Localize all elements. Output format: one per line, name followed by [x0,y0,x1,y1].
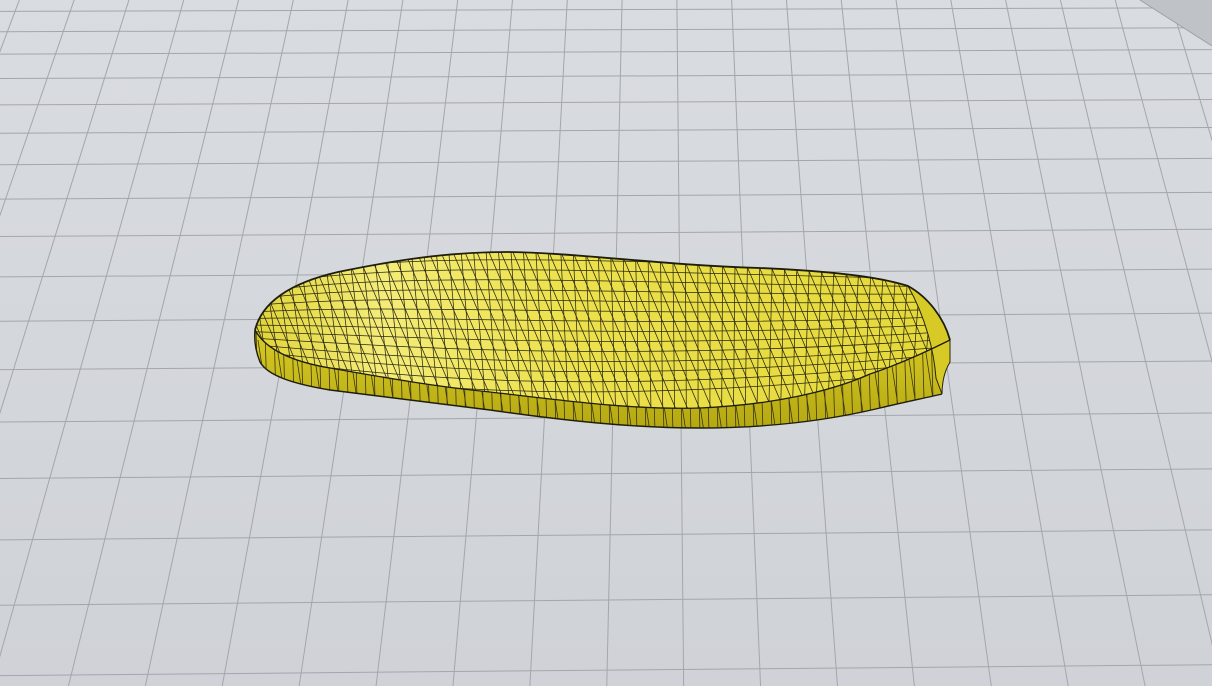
viewport-canvas[interactable] [0,0,1212,686]
3d-viewport[interactable] [0,0,1212,686]
